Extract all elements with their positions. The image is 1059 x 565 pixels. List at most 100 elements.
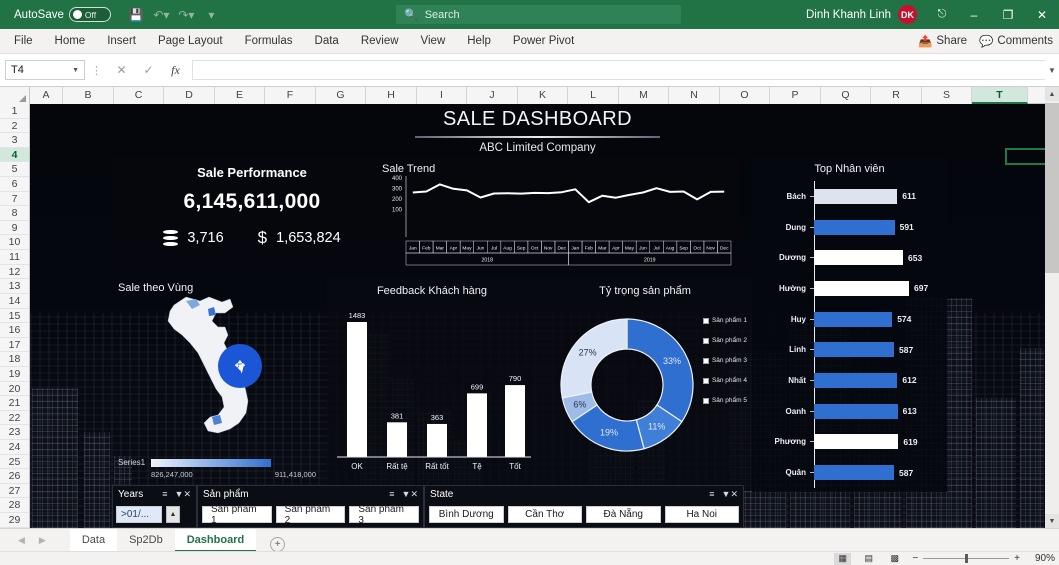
slicer-item-product[interactable]: Sản phẩm 1 bbox=[202, 504, 272, 526]
close-icon[interactable]: ✕ bbox=[108, 63, 135, 77]
ribbon-display-icon[interactable]: ⎋ bbox=[927, 0, 957, 29]
comments-button[interactable]: 💬 Comments bbox=[979, 34, 1053, 48]
column-header-p[interactable]: P bbox=[770, 87, 821, 104]
clear-filter-icon[interactable]: ▼✕ bbox=[402, 489, 418, 500]
chevron-up-icon[interactable]: ▲ bbox=[166, 506, 180, 523]
tab-page-layout[interactable]: Page Layout bbox=[147, 29, 234, 54]
column-header-e[interactable]: E bbox=[215, 87, 265, 104]
row-header-21[interactable]: 21 bbox=[0, 396, 29, 411]
row-header-23[interactable]: 23 bbox=[0, 425, 29, 441]
column-header-n[interactable]: N bbox=[669, 87, 720, 104]
row-header-7[interactable]: 7 bbox=[0, 192, 29, 207]
column-header-t[interactable]: T bbox=[972, 87, 1028, 104]
row-header-13[interactable]: 13 bbox=[0, 279, 29, 294]
check-icon[interactable]: ✓ bbox=[135, 63, 162, 77]
minimize-icon[interactable]: – bbox=[957, 0, 991, 29]
chevron-right-icon[interactable]: ▶ bbox=[39, 535, 46, 546]
row-header-15[interactable]: 15 bbox=[0, 309, 29, 324]
row-header-6[interactable]: 6 bbox=[0, 177, 29, 192]
page-break-icon[interactable]: ▩ bbox=[886, 553, 903, 565]
save-icon[interactable]: 💾 bbox=[125, 4, 148, 26]
tab-help[interactable]: Help bbox=[456, 29, 502, 54]
slicer-item-product[interactable]: Sản phẩm 3 bbox=[349, 504, 420, 526]
sheet-tab-data[interactable]: Data bbox=[69, 528, 118, 552]
column-header-q[interactable]: Q bbox=[821, 87, 871, 104]
slicer-item-product[interactable]: Sản phẩm 2 bbox=[275, 504, 346, 526]
slicer-item-state[interactable]: Ha Noi bbox=[664, 506, 739, 523]
column-header-l[interactable]: L bbox=[568, 87, 619, 104]
vertical-scroll-thumb[interactable] bbox=[1045, 103, 1059, 273]
chevron-left-icon[interactable]: ◀ bbox=[18, 535, 25, 546]
column-header-i[interactable]: I bbox=[417, 87, 467, 104]
chevron-down-icon[interactable]: ▼ bbox=[1045, 66, 1059, 75]
zoom-track[interactable] bbox=[923, 554, 1010, 563]
column-header-f[interactable]: F bbox=[265, 87, 316, 104]
column-header-m[interactable]: M bbox=[619, 87, 669, 104]
tab-view[interactable]: View bbox=[410, 29, 457, 54]
share-button[interactable]: 📤 Share bbox=[918, 34, 967, 48]
zoom-slider[interactable]: − + bbox=[912, 553, 1020, 564]
row-header-9[interactable]: 9 bbox=[0, 221, 29, 236]
column-header-o[interactable]: O bbox=[720, 87, 770, 104]
row-header-3[interactable]: 3 bbox=[0, 133, 29, 148]
slicer-years[interactable]: Years ≡ ▼✕ >01/... ▲ bbox=[112, 485, 197, 528]
row-header-19[interactable]: 19 bbox=[0, 367, 29, 382]
row-header-26[interactable]: 26 bbox=[0, 469, 29, 484]
column-header-d[interactable]: D bbox=[164, 87, 215, 104]
column-header-k[interactable]: K bbox=[518, 87, 568, 104]
column-header-r[interactable]: R bbox=[871, 87, 922, 104]
row-header-5[interactable]: 5 bbox=[0, 162, 29, 178]
sheet-tab-sp2db[interactable]: Sp2Db bbox=[117, 529, 175, 552]
tab-insert[interactable]: Insert bbox=[96, 29, 147, 54]
row-header-16[interactable]: 16 bbox=[0, 323, 29, 338]
tab-review[interactable]: Review bbox=[350, 29, 410, 54]
row-header-17[interactable]: 17 bbox=[0, 338, 29, 353]
zoom-out-button[interactable]: − bbox=[912, 553, 918, 564]
row-header-2[interactable]: 2 bbox=[0, 119, 29, 134]
formula-input[interactable] bbox=[192, 60, 1045, 80]
restore-icon[interactable]: ❐ bbox=[991, 0, 1025, 29]
row-header-1[interactable]: 1 bbox=[0, 104, 29, 119]
row-header-20[interactable]: 20 bbox=[0, 382, 29, 397]
row-header-12[interactable]: 12 bbox=[0, 265, 29, 280]
zoom-thumb[interactable] bbox=[965, 554, 969, 563]
vertical-scrollbar[interactable]: ▲ ▼ bbox=[1045, 87, 1059, 528]
column-header-b[interactable]: B bbox=[63, 87, 114, 104]
row-header-8[interactable]: 8 bbox=[0, 206, 29, 221]
column-header-a[interactable]: A bbox=[30, 87, 63, 104]
zoom-level[interactable]: 90% bbox=[1029, 553, 1055, 564]
fx-icon[interactable]: fx bbox=[162, 63, 189, 78]
tab-file[interactable]: File bbox=[0, 29, 44, 54]
clear-filter-icon[interactable]: ▼✕ bbox=[722, 489, 738, 500]
column-header-s[interactable]: S bbox=[922, 87, 972, 104]
zoom-in-button[interactable]: + bbox=[1014, 553, 1020, 564]
column-header-j[interactable]: J bbox=[467, 87, 518, 104]
multi-select-icon[interactable]: ≡ bbox=[162, 489, 167, 500]
avatar[interactable]: DK bbox=[898, 5, 917, 24]
page-layout-icon[interactable]: ▤ bbox=[860, 553, 877, 565]
scroll-up-icon[interactable]: ▲ bbox=[1045, 87, 1059, 101]
row-header-24[interactable]: 24 bbox=[0, 440, 29, 455]
slicer-item-state[interactable]: Cần Thơ bbox=[507, 506, 582, 523]
column-header-g[interactable]: G bbox=[316, 87, 366, 104]
tab-data[interactable]: Data bbox=[304, 29, 350, 54]
select-all-button[interactable] bbox=[0, 87, 30, 104]
row-header-11[interactable]: 11 bbox=[0, 250, 29, 265]
row-header-25[interactable]: 25 bbox=[0, 455, 29, 470]
row-header-18[interactable]: 18 bbox=[0, 352, 29, 367]
slicer-item-state[interactable]: Đà Nẵng bbox=[586, 506, 661, 523]
sheet-tab-dashboard[interactable]: Dashboard bbox=[174, 528, 257, 552]
multi-select-icon[interactable]: ≡ bbox=[709, 489, 714, 500]
search-input[interactable]: 🔍 Search bbox=[396, 5, 681, 24]
row-header-29[interactable]: 29 bbox=[0, 513, 29, 528]
autosave-toggle[interactable]: Off bbox=[68, 7, 111, 22]
row-header-10[interactable]: 10 bbox=[0, 235, 29, 251]
chevron-down-icon[interactable]: ▼ bbox=[72, 67, 79, 74]
scroll-down-icon[interactable]: ▼ bbox=[1045, 514, 1059, 528]
tab-power-pivot[interactable]: Power Pivot bbox=[502, 29, 585, 54]
plus-icon[interactable]: + bbox=[270, 536, 286, 552]
row-header-14[interactable]: 14 bbox=[0, 294, 29, 309]
row-header-22[interactable]: 22 bbox=[0, 411, 29, 426]
clear-filter-icon[interactable]: ▼✕ bbox=[175, 489, 191, 500]
row-header-28[interactable]: 28 bbox=[0, 498, 29, 514]
